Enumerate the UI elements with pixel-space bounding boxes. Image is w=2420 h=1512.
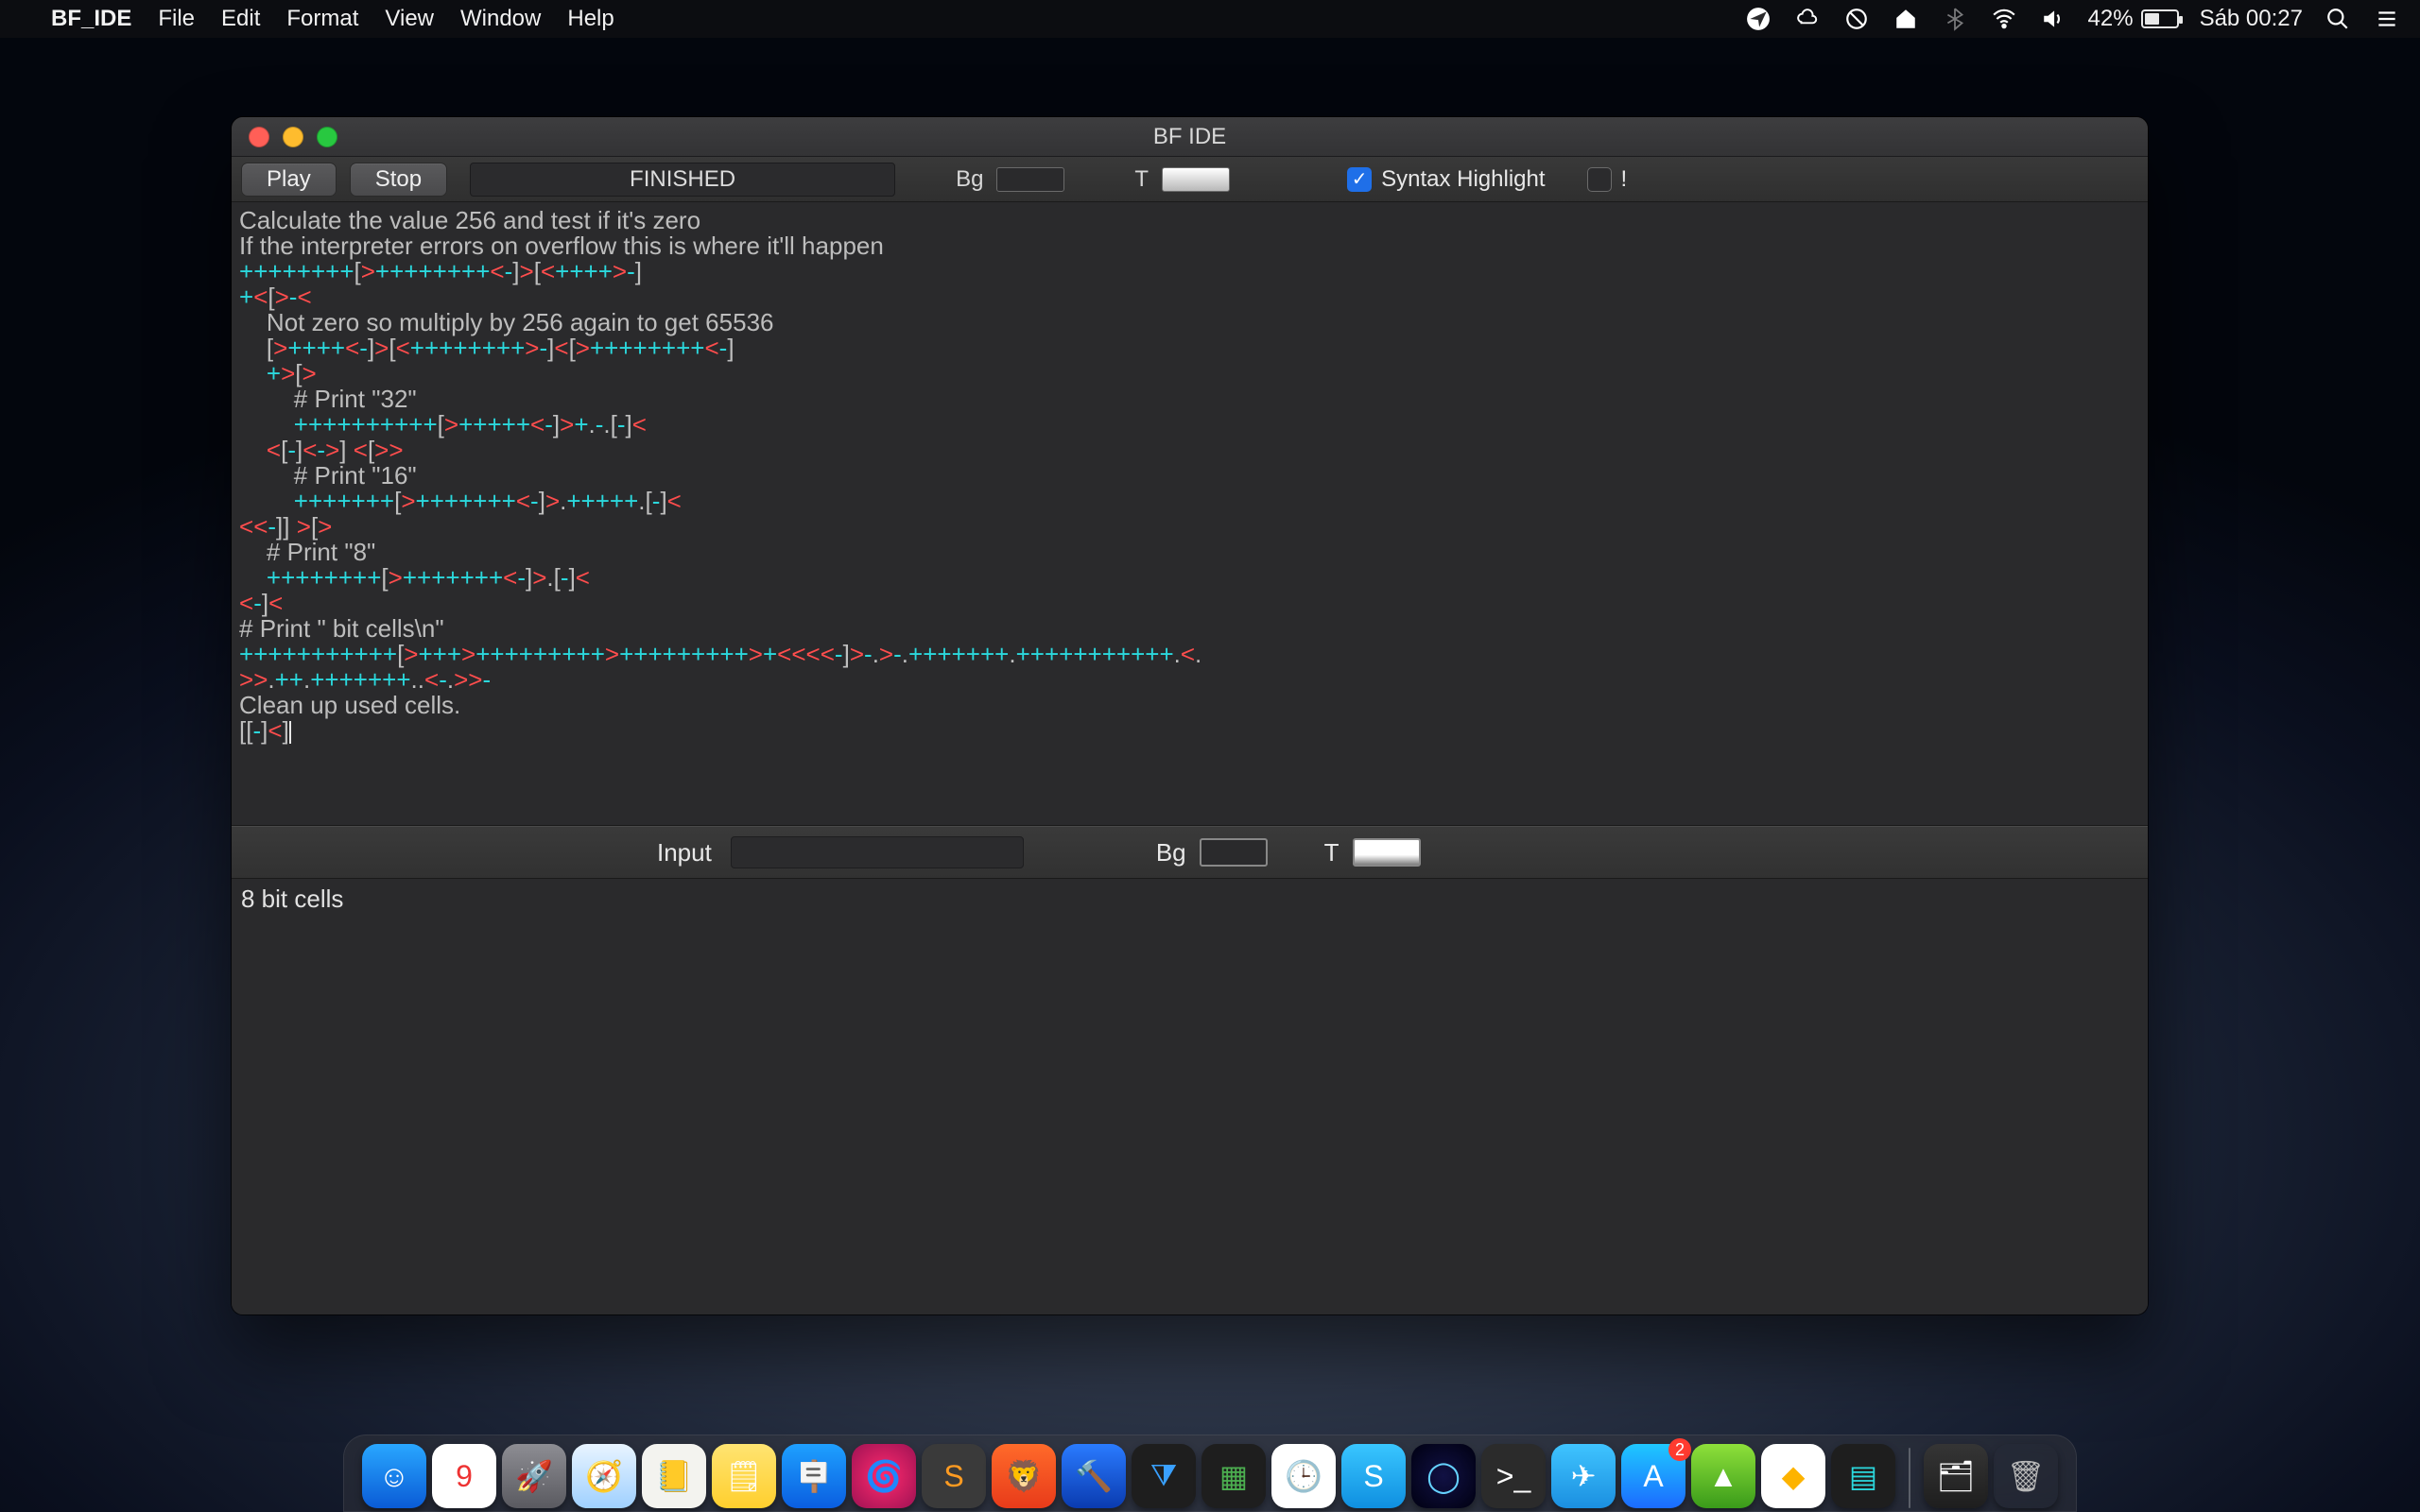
output-text: 8 bit cells xyxy=(241,885,343,913)
checkbox-off-icon xyxy=(1587,167,1612,192)
dock-launchpad[interactable]: 🚀 xyxy=(502,1444,566,1508)
dock-activity[interactable]: ▦ xyxy=(1201,1444,1266,1508)
window-title: BF IDE xyxy=(232,124,2148,150)
dock-terminal[interactable]: >_ xyxy=(1481,1444,1546,1508)
text-color-swatch[interactable] xyxy=(1162,167,1230,192)
input-label: Input xyxy=(657,838,712,868)
menubar-clock[interactable]: Sáb 00:27 xyxy=(2200,6,2303,32)
output-pane: 8 bit cells xyxy=(232,879,2148,1314)
menu-format[interactable]: Format xyxy=(286,6,358,32)
run-status: FINISHED xyxy=(470,163,895,197)
text-color-label: T xyxy=(1134,166,1149,193)
menu-edit[interactable]: Edit xyxy=(221,6,260,32)
dock-appstore[interactable]: A2 xyxy=(1621,1444,1685,1508)
dock-telegram[interactable]: ✈ xyxy=(1551,1444,1616,1508)
menu-file[interactable]: File xyxy=(158,6,195,32)
bg-color-label: Bg xyxy=(956,166,983,193)
location-icon[interactable] xyxy=(1744,7,1772,31)
dock-xcode[interactable]: 🔨 xyxy=(1062,1444,1126,1508)
dock-clock[interactable]: 🕒 xyxy=(1271,1444,1336,1508)
dock-trash[interactable]: 🗑 xyxy=(1994,1444,2058,1508)
dock-opera[interactable]: ◯ xyxy=(1411,1444,1476,1508)
dock-androidstudio[interactable]: ▲ xyxy=(1691,1444,1755,1508)
home-icon[interactable] xyxy=(1892,7,1920,31)
dock-firefox[interactable]: 🌀 xyxy=(852,1444,916,1508)
menu-help[interactable]: Help xyxy=(567,6,614,32)
dock-brave[interactable]: 🦁 xyxy=(992,1444,1056,1508)
cloud-sync-icon[interactable] xyxy=(1793,7,1822,31)
toolbar: Play Stop FINISHED Bg T ✓ Syntax Highlig… xyxy=(232,157,2148,202)
battery-status[interactable]: 42% xyxy=(2088,6,2179,32)
battery-icon xyxy=(2141,9,2179,28)
app-menu[interactable]: BF_IDE xyxy=(51,6,131,32)
menu-view[interactable]: View xyxy=(385,6,434,32)
dock-safari[interactable]: 🧭 xyxy=(572,1444,636,1508)
syntax-highlight-label: Syntax Highlight xyxy=(1381,166,1545,193)
dock: ☺9🚀🧭📒🗒🪧🌀S🦁🔨⧩▦🕒S◯>_✈A2▲◆▤🗂🗑 xyxy=(343,1435,2077,1512)
dnd-icon[interactable] xyxy=(1842,7,1871,31)
output-text-swatch[interactable] xyxy=(1353,838,1421,867)
dock-calendar[interactable]: 9 xyxy=(432,1444,496,1508)
play-button[interactable]: Play xyxy=(241,163,337,197)
dock-sketch[interactable]: ◆ xyxy=(1761,1444,1825,1508)
output-bg-swatch[interactable] xyxy=(1200,838,1268,867)
io-toolbar: Input Bg T xyxy=(232,826,2148,879)
badge: 2 xyxy=(1668,1438,1691,1461)
bluetooth-icon[interactable] xyxy=(1941,7,1969,31)
dock-skype[interactable]: S xyxy=(1341,1444,1406,1508)
checkbox-on-icon: ✓ xyxy=(1347,167,1372,192)
app-window: BF IDE Play Stop FINISHED Bg T ✓ Syntax … xyxy=(232,117,2148,1314)
stop-button[interactable]: Stop xyxy=(350,163,447,197)
dock-sublime[interactable]: S xyxy=(922,1444,986,1508)
dock-monitor[interactable]: ▤ xyxy=(1831,1444,1895,1508)
code-editor[interactable]: Calculate the value 256 and test if it's… xyxy=(232,202,2148,826)
dock-keynote[interactable]: 🪧 xyxy=(782,1444,846,1508)
bang-toggle[interactable]: ! xyxy=(1587,166,1628,193)
dock-finder[interactable]: ☺ xyxy=(362,1444,426,1508)
dock-notes[interactable]: 🗒 xyxy=(712,1444,776,1508)
battery-percent: 42% xyxy=(2088,6,2134,32)
dock-vscode[interactable]: ⧩ xyxy=(1132,1444,1196,1508)
output-text-label: T xyxy=(1324,838,1340,868)
syntax-highlight-toggle[interactable]: ✓ Syntax Highlight xyxy=(1347,166,1545,193)
output-bg-label: Bg xyxy=(1156,838,1186,868)
notification-center-icon[interactable] xyxy=(2373,7,2401,31)
spotlight-icon[interactable] xyxy=(2324,7,2352,31)
volume-icon[interactable] xyxy=(2039,7,2067,31)
dock-separator xyxy=(1909,1448,1910,1508)
menubar: BF_IDE File Edit Format View Window Help xyxy=(0,0,2420,38)
titlebar[interactable]: BF IDE xyxy=(232,117,2148,157)
menu-window[interactable]: Window xyxy=(460,6,541,32)
bang-label: ! xyxy=(1621,166,1628,193)
wifi-icon[interactable] xyxy=(1990,7,2018,31)
dock-reminders[interactable]: 📒 xyxy=(642,1444,706,1508)
bg-color-swatch[interactable] xyxy=(996,167,1064,192)
dock-folder[interactable]: 🗂 xyxy=(1924,1444,1988,1508)
input-field[interactable] xyxy=(731,836,1024,868)
